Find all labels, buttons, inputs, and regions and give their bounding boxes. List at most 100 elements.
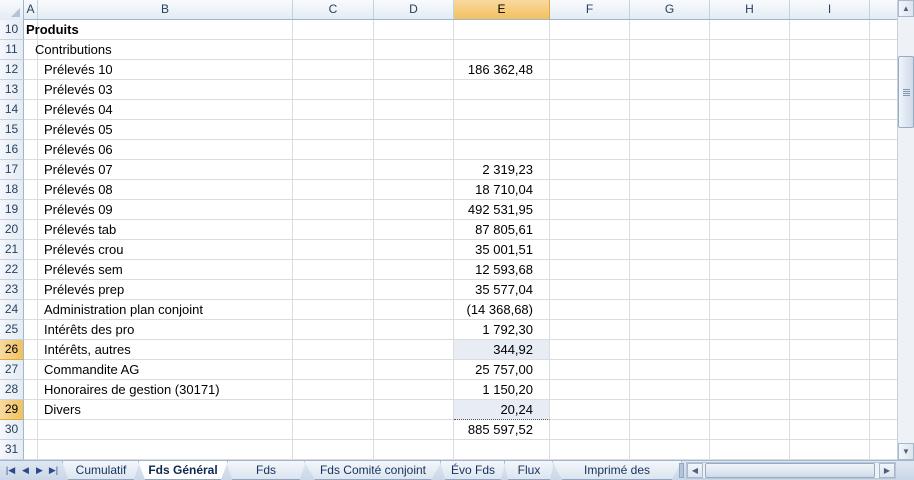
empty-cell[interactable] <box>710 400 790 420</box>
spreadsheet-grid[interactable]: A B C D E F G H I 10 Produits 11 Contributi… <box>0 0 897 460</box>
value-cell[interactable]: 35 577,04 <box>454 280 550 300</box>
row-header[interactable]: 25 <box>0 320 24 340</box>
label-cell[interactable]: Prélevés 05 <box>24 120 113 140</box>
empty-cell[interactable] <box>870 380 897 400</box>
label-cell[interactable]: Prélevés sem <box>24 260 123 280</box>
empty-cell[interactable] <box>293 340 374 360</box>
empty-cell[interactable] <box>870 60 897 80</box>
column-header-a[interactable]: A <box>24 0 38 19</box>
label-cell[interactable]: Prélevés 03 <box>24 80 113 100</box>
empty-cell[interactable] <box>550 440 630 460</box>
empty-cell[interactable] <box>550 200 630 220</box>
empty-cell[interactable] <box>293 300 374 320</box>
column-header-f[interactable]: F <box>550 0 630 19</box>
column-header-h[interactable]: H <box>710 0 790 19</box>
empty-cell[interactable] <box>870 220 897 240</box>
empty-cell[interactable] <box>630 440 710 460</box>
value-cell[interactable]: 492 531,95 <box>454 200 550 220</box>
label-cell[interactable]: Honoraires de gestion (30171) <box>24 380 220 400</box>
empty-cell[interactable] <box>550 320 630 340</box>
empty-cell[interactable] <box>374 100 454 120</box>
empty-cell[interactable] <box>790 200 870 220</box>
empty-cell[interactable] <box>550 180 630 200</box>
row-header[interactable]: 28 <box>0 380 24 400</box>
empty-cell[interactable] <box>710 220 790 240</box>
empty-cell[interactable] <box>710 440 790 460</box>
empty-cell[interactable] <box>630 280 710 300</box>
empty-cell[interactable] <box>293 60 374 80</box>
value-cell[interactable] <box>454 120 550 140</box>
empty-cell[interactable] <box>630 320 710 340</box>
empty-cell[interactable] <box>790 180 870 200</box>
empty-cell[interactable] <box>710 200 790 220</box>
column-header-g[interactable]: G <box>630 0 710 19</box>
empty-cell[interactable] <box>293 380 374 400</box>
empty-cell[interactable] <box>790 320 870 340</box>
empty-cell[interactable] <box>374 280 454 300</box>
empty-cell[interactable] <box>870 320 897 340</box>
empty-cell[interactable] <box>374 20 454 40</box>
empty-cell[interactable] <box>870 260 897 280</box>
empty-cell[interactable] <box>550 280 630 300</box>
empty-cell[interactable] <box>550 140 630 160</box>
empty-cell[interactable] <box>710 260 790 280</box>
empty-cell[interactable] <box>630 20 710 40</box>
empty-cell[interactable] <box>293 80 374 100</box>
label-cell[interactable] <box>24 420 38 440</box>
empty-cell[interactable] <box>630 380 710 400</box>
empty-cell[interactable] <box>630 160 710 180</box>
empty-cell[interactable] <box>870 400 897 420</box>
empty-cell[interactable] <box>790 280 870 300</box>
row-header[interactable]: 29 <box>0 400 24 420</box>
empty-cell[interactable] <box>550 240 630 260</box>
empty-cell[interactable] <box>790 20 870 40</box>
empty-cell[interactable] <box>790 300 870 320</box>
empty-cell[interactable] <box>710 280 790 300</box>
empty-cell[interactable] <box>374 320 454 340</box>
empty-cell[interactable] <box>790 260 870 280</box>
empty-cell[interactable] <box>630 80 710 100</box>
label-cell[interactable]: Prélevés 04 <box>24 100 113 120</box>
empty-cell[interactable] <box>374 120 454 140</box>
empty-cell[interactable] <box>550 60 630 80</box>
row-header[interactable]: 26 <box>0 340 24 360</box>
empty-cell[interactable] <box>710 180 790 200</box>
empty-cell[interactable] <box>550 340 630 360</box>
empty-cell[interactable] <box>550 400 630 420</box>
row-header[interactable]: 27 <box>0 360 24 380</box>
empty-cell[interactable] <box>710 300 790 320</box>
empty-cell[interactable] <box>710 420 790 440</box>
empty-cell[interactable] <box>790 360 870 380</box>
empty-cell[interactable] <box>870 180 897 200</box>
empty-cell[interactable] <box>790 400 870 420</box>
row-header[interactable]: 30 <box>0 420 24 440</box>
column-header-c[interactable]: C <box>293 0 374 19</box>
empty-cell[interactable] <box>374 300 454 320</box>
label-cell[interactable]: Intérêts, autres <box>24 340 131 360</box>
empty-cell[interactable] <box>374 400 454 420</box>
row-header[interactable]: 31 <box>0 440 24 460</box>
empty-cell[interactable] <box>870 420 897 440</box>
column-header-b[interactable]: B <box>38 0 293 19</box>
empty-cell[interactable] <box>790 140 870 160</box>
empty-cell[interactable] <box>710 100 790 120</box>
empty-cell[interactable] <box>293 200 374 220</box>
empty-cell[interactable] <box>790 340 870 360</box>
empty-cell[interactable] <box>870 240 897 260</box>
empty-cell[interactable] <box>550 380 630 400</box>
empty-cell[interactable] <box>293 20 374 40</box>
empty-cell[interactable] <box>870 100 897 120</box>
empty-cell[interactable] <box>550 160 630 180</box>
empty-cell[interactable] <box>790 240 870 260</box>
value-cell[interactable] <box>454 80 550 100</box>
empty-cell[interactable] <box>293 420 374 440</box>
empty-cell[interactable] <box>870 140 897 160</box>
column-header-j[interactable] <box>870 0 897 19</box>
label-cell[interactable]: Intérêts des pro <box>24 320 134 340</box>
value-cell[interactable] <box>454 440 550 460</box>
empty-cell[interactable] <box>790 380 870 400</box>
empty-cell[interactable] <box>790 120 870 140</box>
empty-cell[interactable] <box>870 20 897 40</box>
empty-cell[interactable] <box>293 280 374 300</box>
label-cell[interactable]: Prélevés 07 <box>24 160 113 180</box>
